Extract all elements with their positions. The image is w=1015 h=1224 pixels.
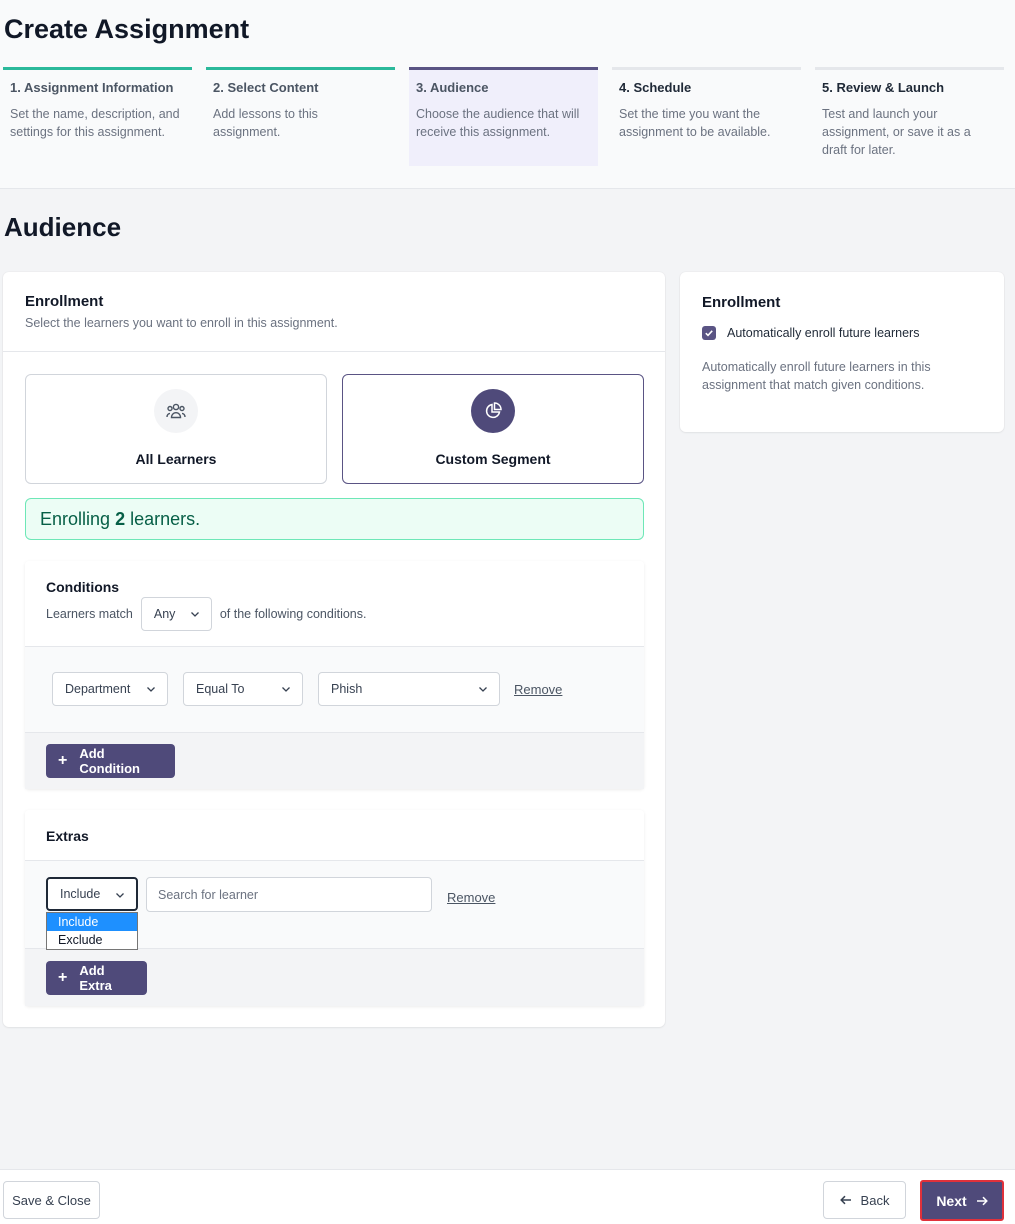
step-audience[interactable]: 3. Audience Choose the audience that wil… bbox=[409, 67, 598, 166]
step-description: Add lessons to this assignment. bbox=[213, 107, 318, 139]
check-icon bbox=[705, 330, 713, 337]
condition-operator-select[interactable]: Equal To bbox=[183, 672, 303, 706]
step-assignment-information[interactable]: 1. Assignment Information Set the name, … bbox=[3, 67, 192, 166]
match-prefix: Learners match bbox=[46, 607, 133, 621]
step-description: Test and launch your assignment, or save… bbox=[822, 107, 971, 157]
add-condition-label: Add Condition bbox=[79, 746, 140, 776]
back-button[interactable]: Back bbox=[823, 1181, 906, 1219]
back-label: Back bbox=[860, 1192, 890, 1208]
extra-mode-value: Include bbox=[60, 887, 101, 901]
step-description: Set the name, description, and settings … bbox=[10, 107, 180, 139]
auto-enroll-checkbox[interactable] bbox=[702, 326, 716, 340]
auto-enroll-title: Enrollment bbox=[702, 294, 781, 311]
add-extra-label: Add Extra bbox=[79, 963, 112, 993]
remove-condition-link[interactable]: Remove bbox=[514, 682, 562, 697]
auto-enroll-row: Automatically enroll future learners bbox=[702, 326, 919, 340]
add-condition-bar: + Add Condition bbox=[25, 732, 644, 789]
extras-panel: Extras Include Remove + Add Extra Includ… bbox=[25, 810, 644, 1006]
add-condition-button[interactable]: + Add Condition bbox=[46, 744, 175, 778]
match-mode-select[interactable]: Any bbox=[140, 597, 212, 631]
add-extra-button[interactable]: + Add Extra bbox=[46, 961, 147, 995]
auto-enroll-card: Enrollment Automatically enroll future l… bbox=[680, 272, 1004, 432]
next-label: Next bbox=[936, 1192, 967, 1209]
enrollment-card: Enrollment Select the learners you want … bbox=[3, 272, 665, 1027]
enrollment-count-banner: Enrolling 2 learners. bbox=[25, 498, 644, 540]
auto-enroll-description: Automatically enroll future learners in … bbox=[702, 360, 931, 392]
dropdown-option-include[interactable]: Include bbox=[47, 913, 137, 931]
enrollment-title: Enrollment bbox=[25, 293, 104, 310]
dropdown-option-exclude[interactable]: Exclude bbox=[47, 931, 137, 949]
banner-prefix: Enrolling bbox=[40, 509, 111, 529]
learner-search-input[interactable] bbox=[146, 877, 432, 912]
custom-segment-label: Custom Segment bbox=[435, 451, 551, 467]
add-extra-bar: + Add Extra bbox=[25, 948, 644, 1006]
step-select-content[interactable]: 2. Select Content Add lessons to this as… bbox=[206, 67, 395, 166]
step-description: Set the time you want the assignment to … bbox=[619, 107, 771, 139]
conditions-title: Conditions bbox=[46, 579, 120, 595]
step-title: 2. Select Content bbox=[213, 80, 319, 95]
extra-mode-dropdown: Include Exclude bbox=[46, 912, 138, 950]
plus-icon: + bbox=[58, 969, 68, 986]
enrollment-count: 2 bbox=[115, 509, 126, 529]
chevron-down-icon bbox=[116, 893, 124, 898]
page-title: Create Assignment bbox=[4, 14, 250, 44]
enrollment-subtitle: Select the learners you want to enroll i… bbox=[25, 316, 338, 330]
step-title: 3. Audience bbox=[416, 80, 489, 95]
step-title: 5. Review & Launch bbox=[822, 80, 945, 95]
step-review-launch[interactable]: 5. Review & Launch Test and launch your … bbox=[815, 67, 1004, 166]
all-learners-option[interactable]: All Learners bbox=[25, 374, 327, 484]
enrollment-card-header: Enrollment Select the learners you want … bbox=[3, 272, 665, 352]
chevron-down-icon bbox=[190, 612, 199, 617]
condition-value: Phish bbox=[331, 682, 363, 696]
section-title: Audience bbox=[4, 212, 122, 242]
remove-extra-link[interactable]: Remove bbox=[447, 890, 495, 905]
condition-operator-value: Equal To bbox=[196, 682, 245, 696]
condition-field-value: Department bbox=[65, 682, 131, 696]
condition-field-select[interactable]: Department bbox=[52, 672, 168, 706]
step-title: 1. Assignment Information bbox=[10, 80, 174, 95]
step-description: Choose the audience that will receive th… bbox=[416, 107, 580, 139]
arrow-right-icon bbox=[976, 1196, 988, 1205]
chevron-down-icon bbox=[147, 687, 155, 692]
conditions-panel: Conditions Learners match Any of the fol… bbox=[25, 561, 644, 789]
arrow-left-icon bbox=[839, 1195, 851, 1205]
chevron-down-icon bbox=[282, 687, 290, 692]
users-group-icon bbox=[154, 389, 198, 433]
plus-icon: + bbox=[58, 752, 68, 769]
match-suffix: of the following conditions. bbox=[219, 607, 367, 621]
step-title: 4. Schedule bbox=[619, 80, 692, 95]
stepper: 1. Assignment Information Set the name, … bbox=[3, 67, 1004, 166]
footer-bar: Save & Close Back Next bbox=[0, 1169, 1015, 1224]
all-learners-label: All Learners bbox=[135, 451, 217, 467]
extras-title: Extras bbox=[46, 828, 89, 844]
save-close-button[interactable]: Save & Close bbox=[3, 1181, 100, 1219]
condition-value-select[interactable]: Phish bbox=[318, 672, 500, 706]
next-button[interactable]: Next bbox=[920, 1180, 1004, 1221]
header-area: Create Assignment 1. Assignment Informat… bbox=[0, 0, 1015, 189]
audience-options: All Learners Custom Segment bbox=[25, 374, 644, 484]
custom-segment-option[interactable]: Custom Segment bbox=[342, 374, 644, 484]
match-mode-value: Any bbox=[153, 607, 176, 621]
step-schedule[interactable]: 4. Schedule Set the time you want the as… bbox=[612, 67, 801, 166]
pie-chart-icon bbox=[471, 389, 515, 433]
banner-suffix: learners. bbox=[130, 509, 201, 529]
extra-mode-select[interactable]: Include bbox=[46, 877, 138, 911]
match-row: Learners match Any of the following cond… bbox=[46, 597, 366, 631]
condition-row: Department Equal To Phish Remove bbox=[25, 646, 644, 732]
chevron-down-icon bbox=[479, 687, 487, 692]
auto-enroll-label[interactable]: Automatically enroll future learners bbox=[727, 326, 919, 340]
